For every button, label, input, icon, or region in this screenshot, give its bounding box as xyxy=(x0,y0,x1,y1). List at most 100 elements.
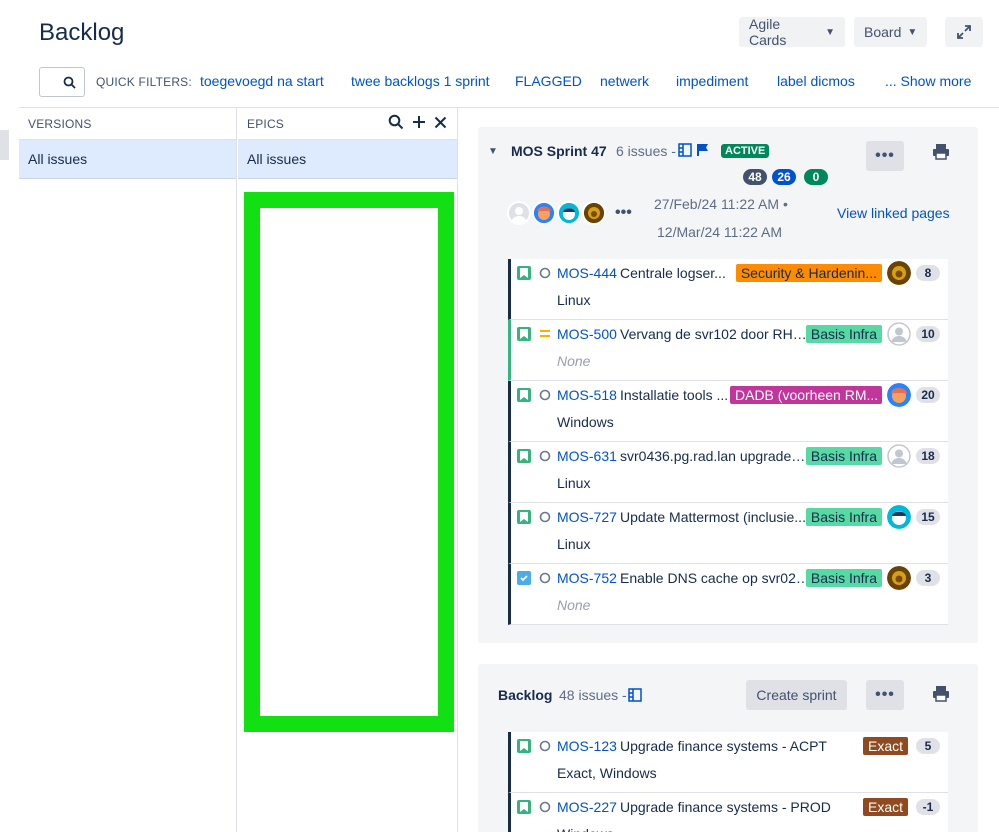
story-type-icon xyxy=(517,510,531,524)
issue-key[interactable]: MOS-123 xyxy=(557,738,617,754)
issue-row[interactable]: MOS-123 Upgrade finance systems - ACPT Exa… xyxy=(508,732,948,793)
backlog-name: Backlog xyxy=(498,687,553,703)
print-icon[interactable] xyxy=(931,684,951,704)
story-type-icon xyxy=(517,739,531,753)
issue-components: Windows xyxy=(557,826,614,832)
issue-summary: Upgrade finance systems - PROD xyxy=(620,799,831,815)
add-icon[interactable] xyxy=(412,115,426,129)
issue-row[interactable]: MOS-727 Update Mattermost (inclusie... Bas… xyxy=(508,503,948,564)
points-todo-badge: 48 xyxy=(743,169,767,185)
sprint-issue-count: 6 issues - xyxy=(616,143,676,159)
avatar[interactable] xyxy=(582,201,606,225)
estimate-badge: 3 xyxy=(916,570,940,586)
estimate-badge: 8 xyxy=(916,265,940,281)
quick-filter[interactable]: impediment xyxy=(676,73,748,89)
issue-row[interactable]: MOS-444 Centrale logser... Security & Hard… xyxy=(508,259,948,320)
assignee-avatars: ••• xyxy=(507,201,632,225)
quick-filter[interactable]: twee backlogs 1 sprint xyxy=(351,73,490,89)
estimate-badge: 10 xyxy=(916,326,940,342)
issue-summary: Enable DNS cache op svr025... xyxy=(620,570,810,586)
backlog-more-button[interactable]: ••• xyxy=(866,680,904,710)
issue-key[interactable]: MOS-518 xyxy=(557,387,617,403)
avatar[interactable] xyxy=(887,261,911,285)
story-type-icon xyxy=(517,327,531,341)
sidebar-handle[interactable] xyxy=(0,130,9,160)
highlight-box xyxy=(244,192,454,732)
flag-icon[interactable] xyxy=(697,143,709,157)
agile-cards-label: Agile Cards xyxy=(749,16,787,48)
quick-filter[interactable]: FLAGGED xyxy=(515,73,582,89)
avatar[interactable] xyxy=(887,444,911,468)
avatar[interactable] xyxy=(887,322,911,346)
sprint-more-button[interactable]: ••• xyxy=(866,141,904,171)
issue-key[interactable]: MOS-752 xyxy=(557,570,617,586)
agile-cards-button[interactable]: Agile Cards ▼ xyxy=(739,16,845,48)
sprint-icons xyxy=(678,143,709,157)
status-circle-icon xyxy=(539,740,551,752)
quick-filter[interactable]: netwerk xyxy=(600,73,649,89)
page-title: Backlog xyxy=(39,19,125,46)
show-more-filters[interactable]: ... Show more xyxy=(885,73,971,89)
avatar[interactable] xyxy=(507,201,531,225)
task-type-icon xyxy=(517,571,531,585)
epic-label: Basis Infra xyxy=(805,508,882,526)
issue-summary: Vervang de svr102 door RHE... xyxy=(620,326,810,342)
estimate-badge: 5 xyxy=(916,738,940,754)
issue-components: Linux xyxy=(557,475,591,491)
issue-row[interactable]: MOS-631 svr0436.pg.rad.lan upgraden... Bas… xyxy=(508,442,948,503)
board-icon[interactable] xyxy=(628,688,642,702)
sprint-end-date: 12/Mar/24 11:22 AM xyxy=(657,224,783,240)
issue-components: Linux xyxy=(557,292,591,308)
sprint-name[interactable]: MOS Sprint 47 xyxy=(511,143,607,159)
epics-all-issues[interactable]: All issues xyxy=(238,140,457,179)
issue-summary: Update Mattermost (inclusie... xyxy=(620,509,806,525)
issue-components: None xyxy=(557,353,591,369)
epics-panel: EPICS All issues xyxy=(238,108,458,832)
issue-key[interactable]: MOS-500 xyxy=(557,326,617,342)
estimate-badge: 15 xyxy=(916,509,940,525)
story-type-icon xyxy=(517,449,531,463)
board-icon[interactable] xyxy=(678,143,692,157)
epic-label: DADB (voorheen RM... xyxy=(730,386,882,404)
quick-filter-search[interactable] xyxy=(39,67,85,97)
issue-row[interactable]: MOS-227 Upgrade finance systems - PROD Exa… xyxy=(508,793,948,832)
backlog-panel: Backlog 48 issues - Create sprint ••• MO… xyxy=(478,664,978,832)
issue-components: Windows xyxy=(557,414,614,430)
issue-key[interactable]: MOS-727 xyxy=(557,509,617,525)
issue-row[interactable]: MOS-500 Vervang de svr102 door RHE... Basi… xyxy=(508,320,948,381)
board-button[interactable]: Board ▼ xyxy=(854,17,927,47)
avatar[interactable] xyxy=(887,383,911,407)
create-sprint-button[interactable]: Create sprint xyxy=(746,680,847,710)
issue-key[interactable]: MOS-631 xyxy=(557,448,617,464)
issue-row[interactable]: MOS-752 Enable DNS cache op svr025... Basi… xyxy=(508,564,948,625)
quick-filter[interactable]: label dicmos xyxy=(777,73,855,89)
view-linked-pages-link[interactable]: View linked pages xyxy=(837,205,950,221)
avatar[interactable] xyxy=(887,566,911,590)
epic-label: Exact xyxy=(862,737,908,755)
versions-all-issues[interactable]: All issues xyxy=(19,140,236,179)
epic-tools xyxy=(388,114,447,130)
backlog-issue-count: 48 issues - xyxy=(559,687,627,703)
print-icon[interactable] xyxy=(931,142,951,162)
collapse-chevron-icon[interactable]: ▼ xyxy=(488,146,498,157)
quick-filter[interactable]: toegevoegd na start xyxy=(200,73,324,89)
sprint-panel: ▼ MOS Sprint 47 6 issues - ACTIVE 48 26 … xyxy=(478,127,978,643)
epic-label: Exact xyxy=(862,798,908,816)
search-icon xyxy=(63,76,76,89)
sprint-status-badge: ACTIVE xyxy=(721,144,770,158)
close-icon[interactable] xyxy=(434,116,447,129)
points-inprogress-badge: 26 xyxy=(772,169,796,185)
avatar[interactable] xyxy=(557,201,581,225)
search-icon[interactable] xyxy=(388,114,404,130)
issue-row[interactable]: MOS-518 Installatie tools ... DADB (voorhe… xyxy=(508,381,948,442)
issue-key[interactable]: MOS-444 xyxy=(557,265,617,281)
avatar[interactable] xyxy=(532,201,556,225)
estimate-badge: 20 xyxy=(916,387,940,403)
more-avatars-icon[interactable]: ••• xyxy=(615,204,632,222)
epic-label: Basis Infra xyxy=(805,447,882,465)
chevron-down-icon: ▼ xyxy=(907,26,918,38)
avatar[interactable] xyxy=(887,505,911,529)
fullscreen-button[interactable] xyxy=(945,17,983,47)
issue-key[interactable]: MOS-227 xyxy=(557,799,617,815)
epic-label: Security & Hardenin... xyxy=(735,264,882,282)
